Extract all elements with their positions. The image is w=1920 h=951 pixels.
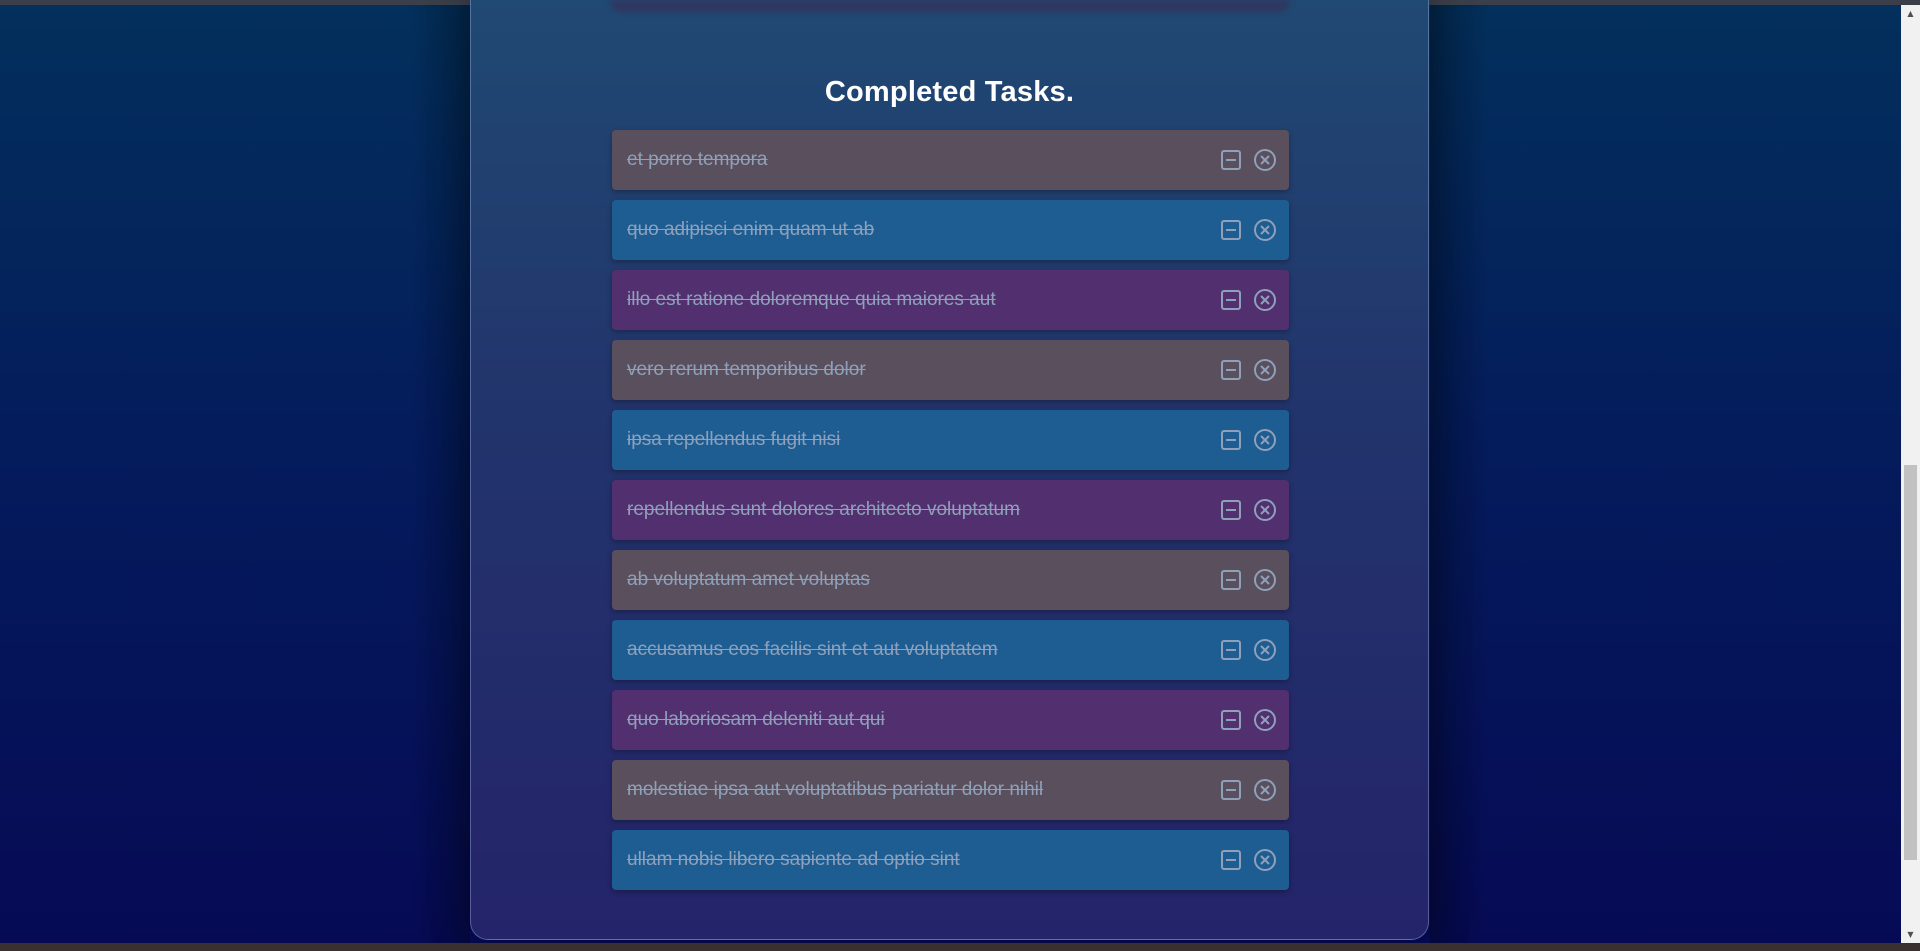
minus-square-icon[interactable]	[1219, 778, 1243, 802]
page-scrollbar[interactable]: ▲ ▼	[1901, 5, 1920, 943]
task-item: quo laboriosam deleniti aut qui	[612, 690, 1289, 750]
section-title: Completed Tasks.	[824, 76, 1075, 108]
minus-square-icon[interactable]	[1219, 218, 1243, 242]
task-text: et porro tempora	[627, 149, 768, 170]
minus-square-icon[interactable]	[1219, 708, 1243, 732]
minus-square-icon[interactable]	[1219, 358, 1243, 382]
task-item: et porro tempora	[612, 130, 1289, 190]
task-actions	[1219, 148, 1277, 172]
task-actions	[1219, 708, 1277, 732]
task-item: quo adipisci enim quam ut ab	[612, 200, 1289, 260]
window-bottom-edge	[0, 943, 1920, 951]
scroll-down-arrow-icon[interactable]: ▼	[1901, 926, 1920, 943]
x-circle-icon[interactable]	[1253, 568, 1277, 592]
minus-square-icon[interactable]	[1219, 428, 1243, 452]
task-actions	[1219, 498, 1277, 522]
task-text: molestiae ipsa aut voluptatibus pariatur…	[627, 779, 1044, 800]
minus-square-icon[interactable]	[1219, 638, 1243, 662]
task-text: quo adipisci enim quam ut ab	[627, 219, 875, 240]
task-item: vero rerum temporibus dolor	[612, 340, 1289, 400]
task-item: ab voluptatum amet voluptas	[612, 550, 1289, 610]
task-text: illo est ratione doloremque quia maiores…	[627, 289, 996, 310]
minus-square-icon[interactable]	[1219, 498, 1243, 522]
task-item: molestiae ipsa aut voluptatibus pariatur…	[612, 760, 1289, 820]
task-item: ipsa repellendus fugit nisi	[612, 410, 1289, 470]
x-circle-icon[interactable]	[1253, 148, 1277, 172]
task-actions	[1219, 358, 1277, 382]
scroll-up-arrow-icon[interactable]: ▲	[1901, 5, 1920, 22]
x-circle-icon[interactable]	[1253, 288, 1277, 312]
task-actions	[1219, 568, 1277, 592]
task-text: ullam nobis libero sapiente ad optio sin…	[627, 849, 960, 870]
minus-square-icon[interactable]	[1219, 288, 1243, 312]
x-circle-icon[interactable]	[1253, 708, 1277, 732]
task-actions	[1219, 848, 1277, 872]
x-circle-icon[interactable]	[1253, 428, 1277, 452]
task-actions	[1219, 428, 1277, 452]
task-actions	[1219, 288, 1277, 312]
task-actions	[1219, 778, 1277, 802]
x-circle-icon[interactable]	[1253, 778, 1277, 802]
task-item: illo est ratione doloremque quia maiores…	[612, 270, 1289, 330]
completed-task-list: et porro tempora quo adipisci enim quam …	[612, 130, 1289, 900]
minus-square-icon[interactable]	[1219, 568, 1243, 592]
panel-right-shadow	[1430, 5, 1490, 943]
minus-square-icon[interactable]	[1219, 848, 1243, 872]
minus-square-icon[interactable]	[1219, 148, 1243, 172]
panel-left-shadow	[410, 5, 470, 943]
x-circle-icon[interactable]	[1253, 358, 1277, 382]
x-circle-icon[interactable]	[1253, 848, 1277, 872]
task-text: vero rerum temporibus dolor	[627, 359, 866, 380]
x-circle-icon[interactable]	[1253, 218, 1277, 242]
x-circle-icon[interactable]	[1253, 498, 1277, 522]
task-actions	[1219, 218, 1277, 242]
task-text: ipsa repellendus fugit nisi	[627, 429, 841, 450]
scroll-thumb[interactable]	[1904, 465, 1917, 860]
previous-section-edge	[610, 0, 1290, 12]
task-item: repellendus sunt dolores architecto volu…	[612, 480, 1289, 540]
task-actions	[1219, 638, 1277, 662]
task-text: repellendus sunt dolores architecto volu…	[627, 499, 1020, 520]
task-text: quo laboriosam deleniti aut qui	[627, 709, 885, 730]
task-text: accusamus eos facilis sint et aut volupt…	[627, 639, 998, 660]
task-text: ab voluptatum amet voluptas	[627, 569, 870, 590]
x-circle-icon[interactable]	[1253, 638, 1277, 662]
task-item: ullam nobis libero sapiente ad optio sin…	[612, 830, 1289, 890]
task-item: accusamus eos facilis sint et aut volupt…	[612, 620, 1289, 680]
